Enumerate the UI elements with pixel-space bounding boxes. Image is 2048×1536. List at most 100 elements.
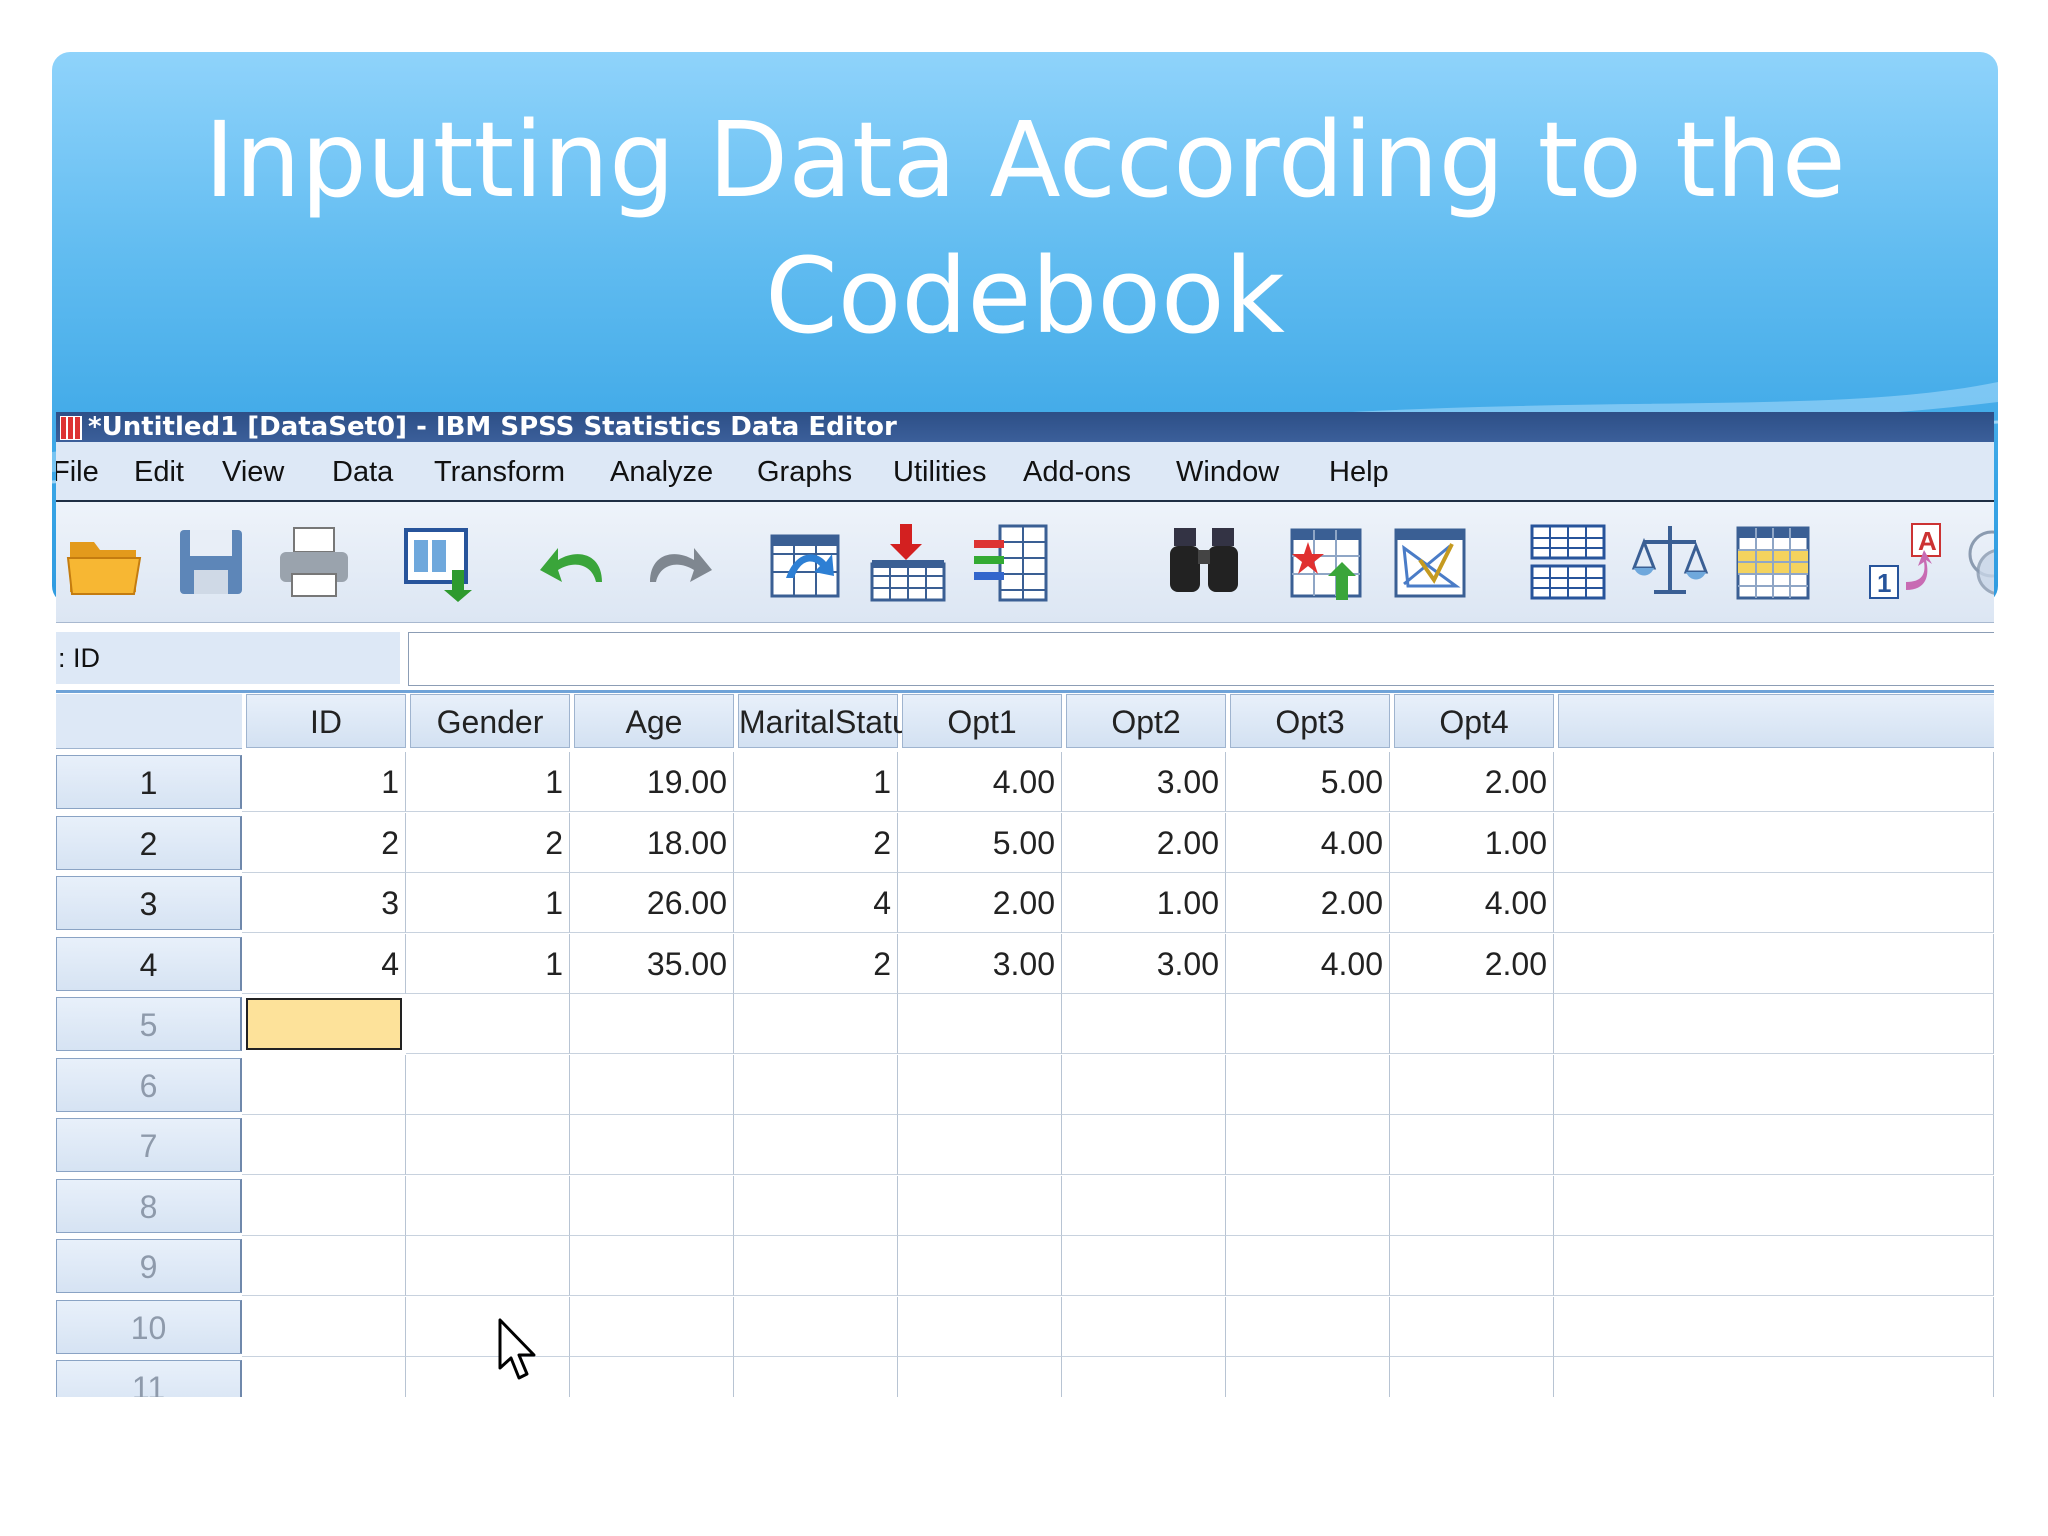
menu-utilities[interactable]: Utilities bbox=[893, 456, 986, 489]
table-cell[interactable]: 2.00 bbox=[1062, 812, 1226, 873]
table-cell[interactable] bbox=[406, 1054, 570, 1115]
table-cell[interactable] bbox=[242, 1175, 406, 1236]
table-cell[interactable]: 3.00 bbox=[1062, 933, 1226, 994]
table-cell[interactable]: 2 bbox=[406, 812, 570, 873]
select-cases-icon[interactable] bbox=[1732, 520, 1812, 604]
menu-data[interactable]: Data bbox=[332, 456, 393, 489]
row-header[interactable]: 5 bbox=[56, 997, 242, 1051]
redo-icon[interactable] bbox=[638, 520, 718, 604]
row-header[interactable]: 3 bbox=[56, 876, 242, 930]
table-cell[interactable]: 1 bbox=[406, 933, 570, 994]
menu-graphs[interactable]: Graphs bbox=[757, 456, 852, 489]
table-cell[interactable]: 4.00 bbox=[1226, 812, 1390, 873]
table-cell[interactable] bbox=[406, 1357, 570, 1397]
menu-file[interactable]: File bbox=[56, 456, 99, 489]
table-cell[interactable]: 18.00 bbox=[570, 812, 734, 873]
table-cell[interactable] bbox=[734, 1175, 898, 1236]
row-header[interactable]: 6 bbox=[56, 1057, 242, 1112]
table-cell[interactable] bbox=[1226, 1115, 1390, 1175]
table-cell[interactable] bbox=[734, 1115, 898, 1175]
table-cell[interactable] bbox=[1390, 994, 1554, 1054]
row-header[interactable]: 11 bbox=[56, 1360, 242, 1397]
table-cell[interactable] bbox=[570, 1296, 734, 1357]
table-cell[interactable] bbox=[570, 1115, 734, 1175]
go-to-case-icon[interactable] bbox=[766, 520, 846, 604]
table-cell[interactable] bbox=[1390, 1236, 1554, 1296]
table-cell[interactable]: 3.00 bbox=[1062, 752, 1226, 812]
table-cell[interactable] bbox=[242, 1054, 406, 1115]
weight-cases-icon[interactable] bbox=[1630, 520, 1710, 604]
column-header-opt2[interactable]: Opt2 bbox=[1066, 694, 1226, 748]
table-cell-empty[interactable] bbox=[1554, 812, 1994, 873]
table-cell[interactable]: 1 bbox=[406, 873, 570, 933]
menu-add-ons[interactable]: Add-ons bbox=[1023, 456, 1131, 489]
table-cell[interactable] bbox=[1226, 994, 1390, 1054]
table-cell-empty[interactable] bbox=[1554, 1054, 1994, 1115]
split-file-icon[interactable] bbox=[1528, 520, 1608, 604]
table-cell[interactable]: 4.00 bbox=[1226, 933, 1390, 994]
table-cell[interactable]: 2.00 bbox=[1390, 933, 1554, 994]
table-cell[interactable]: 2.00 bbox=[1390, 752, 1554, 812]
table-cell[interactable] bbox=[1390, 1357, 1554, 1397]
table-cell[interactable] bbox=[570, 1175, 734, 1236]
use-variable-sets-icon[interactable] bbox=[1966, 520, 1994, 604]
insert-variable-icon[interactable] bbox=[1390, 520, 1470, 604]
table-cell[interactable] bbox=[570, 1236, 734, 1296]
table-cell[interactable] bbox=[406, 994, 570, 1054]
table-cell[interactable] bbox=[406, 1296, 570, 1357]
table-cell[interactable] bbox=[1226, 1175, 1390, 1236]
row-header[interactable]: 7 bbox=[56, 1118, 242, 1172]
table-cell-empty[interactable] bbox=[1554, 752, 1994, 812]
table-cell[interactable]: 2 bbox=[734, 812, 898, 873]
table-cell-empty[interactable] bbox=[1554, 873, 1994, 933]
table-cell-empty[interactable] bbox=[1554, 1236, 1994, 1296]
table-cell[interactable] bbox=[1390, 1115, 1554, 1175]
value-labels-icon[interactable]: A 1 bbox=[1866, 520, 1946, 604]
save-icon[interactable] bbox=[172, 520, 252, 604]
column-header-opt4[interactable]: Opt4 bbox=[1394, 694, 1554, 748]
table-cell-empty[interactable] bbox=[1554, 933, 1994, 994]
table-cell[interactable]: 4 bbox=[242, 933, 406, 994]
table-cell[interactable] bbox=[1390, 1296, 1554, 1357]
cell-value-editor[interactable] bbox=[408, 632, 1994, 686]
table-cell[interactable] bbox=[1390, 1175, 1554, 1236]
table-cell-empty[interactable] bbox=[1554, 1115, 1994, 1175]
row-header[interactable]: 9 bbox=[56, 1239, 242, 1293]
table-cell[interactable]: 2 bbox=[734, 933, 898, 994]
table-cell[interactable] bbox=[898, 1175, 1062, 1236]
table-cell[interactable]: 1.00 bbox=[1062, 873, 1226, 933]
table-cell[interactable] bbox=[1062, 1296, 1226, 1357]
table-cell[interactable] bbox=[242, 1236, 406, 1296]
table-cell[interactable]: 2 bbox=[242, 812, 406, 873]
table-cell[interactable] bbox=[570, 994, 734, 1054]
menu-help[interactable]: Help bbox=[1329, 456, 1389, 489]
column-header-opt1[interactable]: Opt1 bbox=[902, 694, 1062, 748]
active-cell[interactable] bbox=[246, 998, 402, 1050]
undo-icon[interactable] bbox=[534, 520, 614, 604]
column-header-gender[interactable]: Gender bbox=[410, 694, 570, 748]
insert-cases-icon[interactable] bbox=[1286, 520, 1366, 604]
table-cell[interactable] bbox=[1390, 1054, 1554, 1115]
table-cell[interactable]: 1 bbox=[734, 752, 898, 812]
column-header-opt3[interactable]: Opt3 bbox=[1230, 694, 1390, 748]
table-cell[interactable] bbox=[570, 1054, 734, 1115]
column-header-age[interactable]: Age bbox=[574, 694, 734, 748]
table-cell[interactable]: 35.00 bbox=[570, 933, 734, 994]
menu-transform[interactable]: Transform bbox=[434, 456, 565, 489]
table-cell[interactable] bbox=[898, 1236, 1062, 1296]
table-cell[interactable]: 5.00 bbox=[898, 812, 1062, 873]
table-cell[interactable] bbox=[1226, 1357, 1390, 1397]
table-cell[interactable]: 5.00 bbox=[1226, 752, 1390, 812]
table-cell[interactable] bbox=[898, 1054, 1062, 1115]
table-cell[interactable]: 1 bbox=[242, 752, 406, 812]
row-header[interactable]: 1 bbox=[56, 755, 242, 809]
table-cell[interactable]: 1 bbox=[406, 752, 570, 812]
table-cell[interactable] bbox=[1226, 1054, 1390, 1115]
table-cell[interactable] bbox=[734, 1357, 898, 1397]
table-cell-empty[interactable] bbox=[1554, 1357, 1994, 1397]
table-cell[interactable] bbox=[1062, 1115, 1226, 1175]
go-to-variable-icon[interactable] bbox=[868, 520, 948, 604]
table-cell-empty[interactable] bbox=[1554, 1175, 1994, 1236]
table-cell[interactable] bbox=[570, 1357, 734, 1397]
table-cell[interactable]: 4.00 bbox=[898, 752, 1062, 812]
